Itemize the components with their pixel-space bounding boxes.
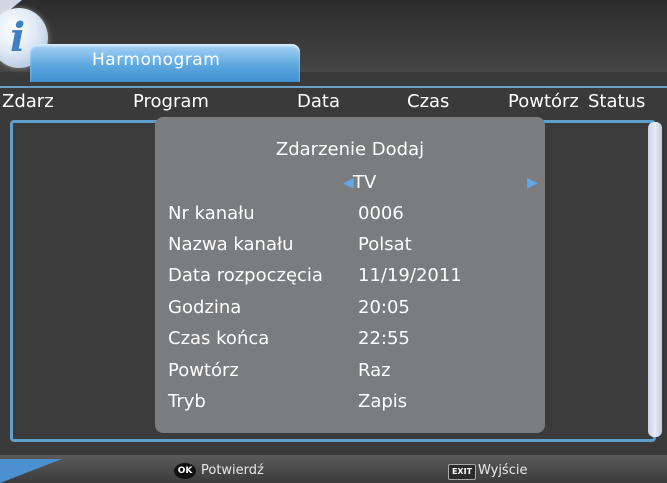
footer-accent xyxy=(0,459,62,483)
field-value-channel-name[interactable]: Polsat xyxy=(358,234,412,255)
field-label-start-date: Data rozpoczęcia xyxy=(168,265,323,286)
scrollbar[interactable] xyxy=(648,122,662,437)
col-header-status: Status xyxy=(588,91,646,112)
field-label-channel-number: Nr kanału xyxy=(168,203,255,224)
add-event-dialog: Zdarzenie Dodaj ◀ TV ▶ Nr kanału 0006 Na… xyxy=(155,117,545,433)
field-value-end-time[interactable]: 22:55 xyxy=(358,328,410,349)
title-tab: Harmonogram xyxy=(30,44,300,82)
field-label-start-time: Godzina xyxy=(168,297,242,318)
field-label-mode: Tryb xyxy=(168,391,206,412)
type-selector-value[interactable]: TV xyxy=(353,172,376,193)
col-header-data: Data xyxy=(297,91,340,112)
field-label-channel-name: Nazwa kanału xyxy=(168,234,294,255)
footer-bar xyxy=(0,455,667,483)
field-label-repeat: Powtórz xyxy=(168,360,239,381)
field-value-mode[interactable]: Zapis xyxy=(358,391,407,412)
field-value-start-date[interactable]: 11/19/2011 xyxy=(358,265,462,286)
col-header-czas: Czas xyxy=(407,91,450,112)
column-header-row: Zdarz Program Data Czas Powtórz Status xyxy=(0,86,667,118)
arrow-right-icon[interactable]: ▶ xyxy=(527,175,538,191)
confirm-hint-label: Potwierdź xyxy=(201,463,264,478)
col-header-program: Program xyxy=(133,91,209,112)
field-label-end-time: Czas końca xyxy=(168,328,270,349)
field-value-repeat[interactable]: Raz xyxy=(358,360,391,381)
page-title: Harmonogram xyxy=(92,50,221,70)
dialog-title: Zdarzenie Dodaj xyxy=(275,139,425,160)
field-value-start-time[interactable]: 20:05 xyxy=(358,297,410,318)
ok-key-icon[interactable]: OK xyxy=(174,463,196,479)
exit-key-icon[interactable]: EXIT xyxy=(448,464,476,480)
info-letter: i xyxy=(10,14,26,61)
field-value-channel-number[interactable]: 0006 xyxy=(358,203,404,224)
exit-hint-label: Wyjście xyxy=(478,463,528,478)
col-header-powtorz: Powtórz xyxy=(508,91,579,112)
col-header-zdarz: Zdarz xyxy=(2,91,54,112)
